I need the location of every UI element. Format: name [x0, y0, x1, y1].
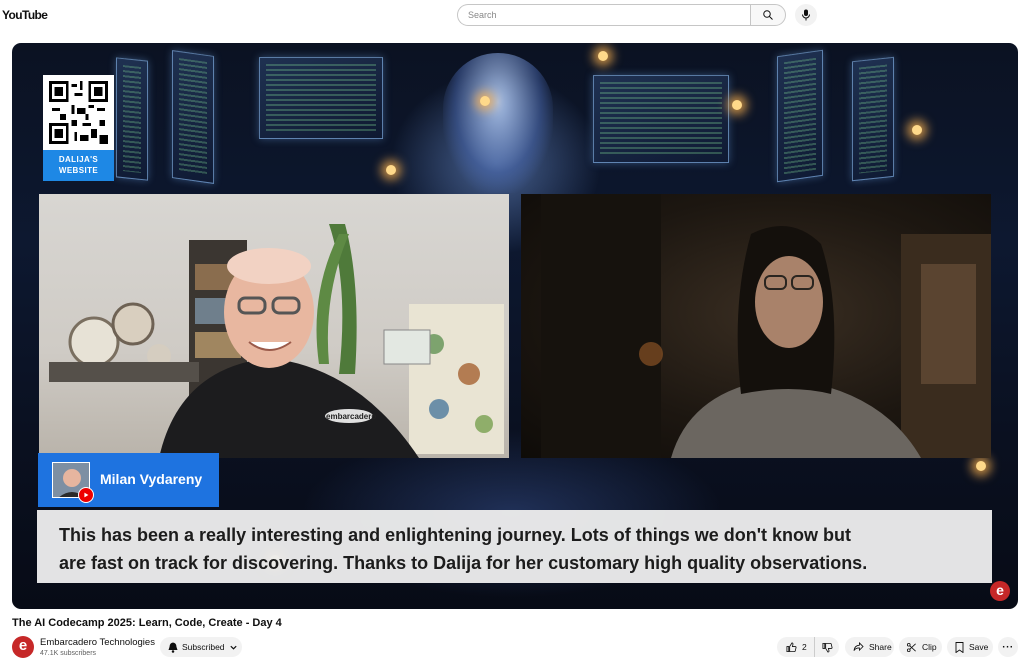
- qr-code: [43, 75, 114, 150]
- light-glow: [386, 165, 396, 175]
- search-button[interactable]: [750, 4, 786, 26]
- holo-panel: [259, 57, 383, 139]
- channel-avatar[interactable]: e: [12, 636, 34, 658]
- scissors-icon: [906, 642, 916, 652]
- webcam-feed-left: embarcadero: [39, 194, 509, 458]
- channel-watermark[interactable]: e: [990, 581, 1010, 601]
- shirt-logo-text: embarcadero: [326, 412, 377, 421]
- holo-panel: [172, 50, 214, 184]
- qr-code-block[interactable]: DALIJA'S WEBSITE: [43, 75, 114, 181]
- holographic-head-graphic: [443, 53, 553, 193]
- light-glow: [480, 96, 490, 106]
- chevron-down-icon: [229, 645, 237, 650]
- holo-panel: [777, 49, 823, 183]
- clip-label: Clip: [922, 642, 937, 652]
- top-bar: YouTube: [0, 0, 1024, 30]
- video-player[interactable]: DALIJA'S WEBSITE embarcadero Milan Vydar…: [12, 43, 1018, 609]
- channel-name[interactable]: Embarcadero Technologies: [40, 637, 155, 648]
- like-dislike-group: 2: [777, 637, 839, 657]
- more-icon: ···: [1002, 641, 1014, 653]
- share-label: Share: [869, 642, 892, 652]
- like-count: 2: [802, 642, 807, 652]
- save-button[interactable]: Save: [947, 637, 993, 657]
- like-button[interactable]: 2: [777, 637, 815, 657]
- search-icon: [763, 10, 773, 20]
- subscribed-button[interactable]: Subscribed: [160, 637, 242, 657]
- light-glow: [976, 461, 986, 471]
- youtube-logo[interactable]: YouTube: [2, 8, 48, 22]
- qr-label: DALIJA'S WEBSITE: [43, 150, 114, 181]
- share-button[interactable]: Share: [845, 637, 894, 657]
- webcam-feed-right: [521, 194, 991, 458]
- save-label: Save: [969, 642, 989, 652]
- subscriber-count: 47.1K subscribers: [40, 650, 97, 657]
- dislike-button[interactable]: [815, 637, 839, 657]
- light-glow: [912, 125, 922, 135]
- caption-line-2: are fast on track for discovering. Thank…: [59, 553, 868, 573]
- video-title: The AI Codecamp 2025: Learn, Code, Creat…: [12, 617, 282, 629]
- speaker-name: Milan Vydareny: [100, 471, 203, 487]
- speaker-name-tag: Milan Vydareny: [38, 453, 219, 507]
- caption-line-1: This has been a really interesting and e…: [59, 525, 852, 545]
- thumbs-up-icon: [786, 642, 797, 652]
- more-actions-button[interactable]: ···: [998, 637, 1018, 657]
- holo-panel: [852, 56, 894, 182]
- share-icon: [853, 642, 864, 652]
- youtube-badge-icon: [78, 487, 94, 503]
- holo-panel: [116, 57, 148, 181]
- voice-search-button[interactable]: [795, 4, 817, 26]
- clip-button[interactable]: Clip: [899, 637, 942, 657]
- bookmark-icon: [955, 641, 964, 653]
- holo-panel: [593, 75, 729, 163]
- caption-box: This has been a really interesting and e…: [37, 510, 992, 583]
- search-box: [457, 4, 787, 26]
- subscribed-label: Subscribed: [182, 642, 225, 652]
- bell-icon: [168, 642, 178, 653]
- search-input[interactable]: [457, 4, 750, 26]
- thumbs-down-icon: [822, 642, 832, 652]
- light-glow: [732, 100, 742, 110]
- light-glow: [598, 51, 608, 61]
- mic-icon: [802, 9, 810, 21]
